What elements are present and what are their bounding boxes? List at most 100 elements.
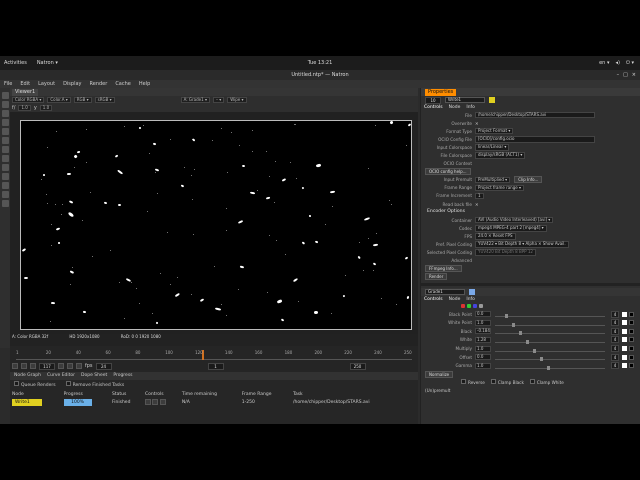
minimize-button[interactable]: –: [617, 70, 620, 80]
grade-tab-node[interactable]: Node: [449, 296, 461, 303]
tab-properties[interactable]: Properties: [425, 88, 457, 96]
grade-param-slider[interactable]: [495, 337, 605, 344]
tab-dope-sheet[interactable]: Dope Sheet: [81, 372, 107, 380]
color-picker-black-swatch[interactable]: [629, 337, 634, 343]
viewer-canvas[interactable]: [10, 112, 418, 334]
image-tool-icon[interactable]: [1, 110, 9, 117]
grade-channel-count[interactable]: 4: [611, 327, 619, 335]
pause-task-button[interactable]: [144, 398, 151, 405]
ocio-context-label[interactable]: OCIO Context: [421, 161, 475, 166]
color-picker-black-swatch[interactable]: [629, 328, 634, 334]
color-picker-black-swatch[interactable]: [629, 311, 634, 317]
file-colorspace-select[interactable]: display/sRGB (ACT1) ▾: [475, 152, 526, 159]
format-type-select[interactable]: Project Format ▾: [475, 127, 514, 135]
previous-keyframe-button[interactable]: [21, 363, 27, 369]
keyboard-layout-indicator[interactable]: en ▾: [599, 60, 609, 66]
menu-layout[interactable]: Layout: [38, 80, 55, 88]
menu-edit[interactable]: Edit: [20, 80, 30, 88]
grade-param-slider[interactable]: [495, 346, 605, 353]
viewer-image-frame[interactable]: [20, 120, 412, 330]
app-menu[interactable]: Natron ▾: [37, 60, 58, 66]
color-picker-swatch[interactable]: [622, 363, 627, 369]
col-status[interactable]: Status: [110, 390, 143, 398]
grade-param-slider[interactable]: [495, 320, 605, 327]
menu-file[interactable]: File: [4, 80, 12, 88]
node-color-swatch[interactable]: [489, 97, 495, 103]
pixel-coding-select[interactable]: YUV422 ▾ Bit Depth 8 ▾ Alpha ✕ Show Avai…: [475, 241, 569, 248]
wipe-mode-select[interactable]: Wipe ▾: [227, 97, 247, 103]
display-channels-select[interactable]: RGB ▾: [73, 97, 92, 103]
grade-param-field[interactable]: -0.184: [475, 328, 491, 335]
grade-param-slider[interactable]: [495, 363, 605, 370]
color-picker-swatch[interactable]: [622, 337, 627, 343]
grade-param-field[interactable]: 1.0: [475, 319, 491, 326]
select-tool-icon[interactable]: [1, 92, 9, 99]
tab-progress[interactable]: Progress: [113, 372, 132, 380]
grade-channel-count[interactable]: 4: [611, 336, 619, 344]
gamma-field[interactable]: 1.0: [39, 105, 53, 111]
in-point-field[interactable]: 1: [207, 362, 224, 370]
green-channel-toggle[interactable]: [467, 304, 471, 309]
grade-channel-count[interactable]: 4: [611, 362, 619, 370]
tab-node-graph[interactable]: Node Graph: [14, 372, 41, 380]
grade-param-field[interactable]: 0.0: [475, 311, 491, 318]
menu-cache[interactable]: Cache: [115, 80, 131, 88]
cancel-task-button[interactable]: [152, 398, 159, 405]
menu-display[interactable]: Display: [63, 80, 81, 88]
tab-viewer1[interactable]: Viewer1: [12, 88, 39, 96]
draw-tool-icon[interactable]: [1, 182, 9, 189]
clamp-white-checkbox[interactable]: Clamp White: [529, 379, 564, 385]
container-select[interactable]: AVI (Audio Video Interleaved) [avi] ▾: [475, 216, 554, 224]
restart-task-button[interactable]: [159, 398, 166, 405]
grade-param-field[interactable]: 0.0: [475, 354, 491, 361]
ocio-config-field[interactable]: [OCIO]/config.ocio: [475, 136, 595, 143]
blue-channel-toggle[interactable]: [473, 304, 477, 309]
activities-button[interactable]: Activities: [4, 60, 27, 66]
color-picker-black-swatch[interactable]: [629, 363, 634, 369]
grade-param-slider[interactable]: [495, 328, 605, 336]
table-row[interactable]: Write1 100% Finished N/A 1-250 /home/chi…: [10, 398, 418, 407]
color-picker-swatch[interactable]: [622, 354, 627, 360]
reverse-checkbox[interactable]: Reverse: [461, 379, 485, 385]
grade-param-field[interactable]: 1.28: [475, 336, 491, 343]
col-task[interactable]: Task: [291, 390, 418, 398]
layer-select[interactable]: Color RGBA ▾: [12, 97, 45, 103]
volume-icon[interactable]: ◂): [615, 60, 619, 66]
input-premult-select[interactable]: PreMultiplied ▾: [475, 176, 511, 184]
transform-tool-icon[interactable]: [1, 164, 9, 171]
col-time-remaining[interactable]: Time remaining: [180, 390, 240, 398]
plugins-tool-icon[interactable]: [1, 200, 9, 207]
clock[interactable]: Tue 13:21: [308, 60, 333, 66]
grade-tab-controls[interactable]: Controls: [424, 296, 443, 303]
remove-finished-button[interactable]: Remove Finished Tasks: [65, 380, 124, 388]
color-picker-black-swatch[interactable]: [629, 354, 634, 360]
grade-channel-count[interactable]: 4: [611, 319, 619, 327]
maximize-button[interactable]: □: [623, 70, 628, 80]
red-channel-toggle[interactable]: [461, 304, 465, 309]
grade-tab-info[interactable]: Info: [466, 296, 475, 303]
write-node-name-field[interactable]: Write1: [445, 97, 485, 103]
overwrite-checkbox[interactable]: ✕: [475, 121, 479, 126]
clamp-black-checkbox[interactable]: Clamp Black: [490, 379, 524, 385]
fps-field[interactable]: 24: [95, 362, 112, 370]
color-picker-swatch[interactable]: [622, 346, 627, 352]
play-backward-button[interactable]: [30, 363, 36, 369]
alpha-channel-toggle[interactable]: [479, 304, 483, 309]
paint-tool-icon[interactable]: [1, 101, 9, 108]
input-a-select[interactable]: A: Grade1 ▾: [180, 97, 210, 103]
grade-node-name-field[interactable]: Grade1: [425, 288, 465, 295]
advanced-label[interactable]: Advanced: [421, 258, 475, 263]
first-frame-button[interactable]: [12, 363, 18, 369]
color-tool-icon[interactable]: [1, 128, 9, 135]
max-panels-field[interactable]: 10: [425, 96, 441, 104]
last-frame-button[interactable]: [76, 363, 82, 369]
ffmpeg-info-button[interactable]: FFmpeg Info...: [425, 265, 462, 273]
read-back-checkbox[interactable]: ✕: [475, 202, 479, 207]
viewer-colorspace-select[interactable]: sRGB ▾: [94, 97, 115, 103]
grade-param-field[interactable]: 1.0: [475, 345, 491, 352]
ocio-help-button[interactable]: OCIO config help...: [425, 168, 471, 176]
power-icon[interactable]: ⏻ ▾: [626, 60, 634, 66]
tab-controls[interactable]: Controls: [424, 104, 443, 111]
col-progress[interactable]: Progress: [62, 390, 110, 398]
queue-renders-checkbox[interactable]: Queue Renders: [14, 380, 56, 388]
